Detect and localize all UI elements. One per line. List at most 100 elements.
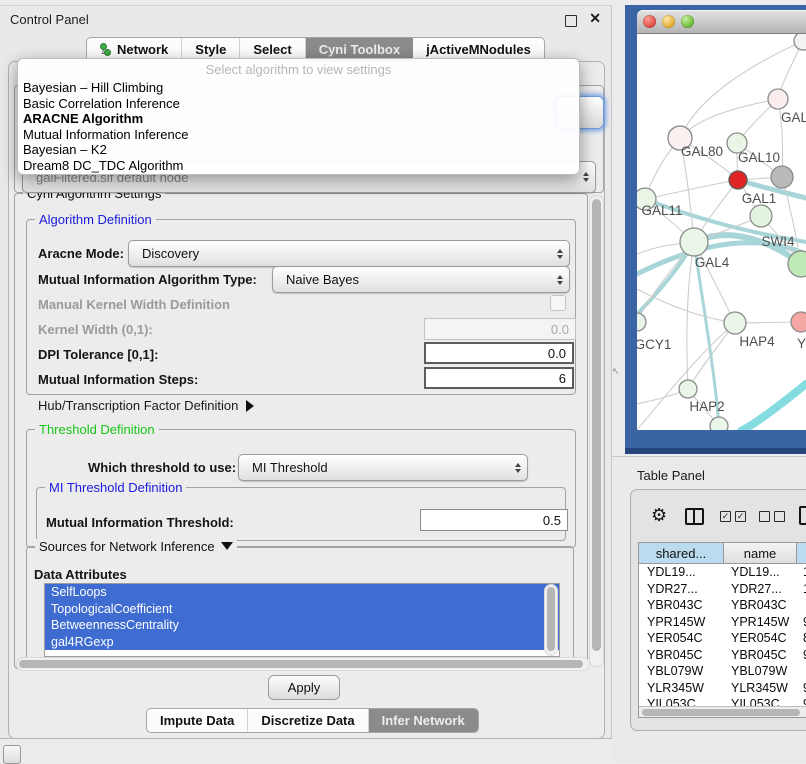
- gear-icon[interactable]: ⚙: [651, 506, 667, 524]
- menu-item-basic-correlation[interactable]: Basic Correlation Inference: [18, 96, 579, 112]
- which-threshold-combo[interactable]: MI Threshold: [238, 454, 528, 481]
- stepper-icon: [509, 463, 527, 473]
- list-item-betweennesscentrality[interactable]: BetweennessCentrality: [45, 617, 559, 634]
- network-node[interactable]: [791, 312, 806, 332]
- column-header-partial[interactable]: [797, 543, 806, 563]
- table-row[interactable]: YBL079WYBL079W: [639, 663, 806, 680]
- list-item-gal4rgexp[interactable]: gal4RGexp: [45, 634, 559, 651]
- column-header-shared-name[interactable]: shared...: [639, 543, 724, 563]
- data-attributes-list[interactable]: SelfLoops TopologicalCoefficient Between…: [44, 583, 560, 657]
- network-window-titlebar[interactable]: [637, 10, 806, 34]
- table-cell[interactable]: 9.: [797, 681, 806, 695]
- table-cell[interactable]: YBR045C: [639, 648, 724, 662]
- new-table-icon[interactable]: [799, 506, 806, 525]
- list-item-selfloops[interactable]: SelfLoops: [45, 584, 559, 601]
- network-node[interactable]: [768, 89, 788, 109]
- table-cell[interactable]: YER054C: [724, 631, 797, 645]
- list-vertical-scrollbar[interactable]: [544, 584, 558, 656]
- tab-discretize-data[interactable]: Discretize Data: [248, 709, 368, 732]
- table-cell[interactable]: YBR045C: [724, 648, 797, 662]
- hub-definition-toggle[interactable]: Hub/Transcription Factor Definition: [38, 398, 254, 413]
- table-cell[interactable]: YBL079W: [639, 664, 724, 678]
- scrollbar-thumb[interactable]: [592, 199, 601, 651]
- kernel-width-field[interactable]: 0.0: [424, 318, 576, 340]
- table-row[interactable]: YLR345WYLR345W9.: [639, 680, 806, 697]
- network-node[interactable]: [750, 205, 772, 227]
- table-cell[interactable]: YBR043C: [724, 598, 797, 612]
- aracne-mode-combo[interactable]: Discovery: [128, 240, 570, 267]
- control-panel: Control Panel ✕ Network Style Select Cyn…: [0, 5, 612, 739]
- table-cell[interactable]: 9.: [797, 648, 806, 662]
- network-node[interactable]: [679, 380, 697, 398]
- expand-right-icon[interactable]: [246, 400, 254, 412]
- algorithm-dropdown-placeholder: Select algorithm to view settings: [18, 59, 579, 80]
- network-node[interactable]: [794, 34, 806, 50]
- node-label: GAL4: [695, 255, 730, 270]
- table-cell[interactable]: 8.: [797, 631, 806, 645]
- table-row[interactable]: YBR043CYBR043C: [639, 597, 806, 614]
- collapsed-panel-button[interactable]: [3, 745, 21, 764]
- table-row[interactable]: YDR27...YDR27...12: [639, 581, 806, 598]
- mi-algorithm-type-combo[interactable]: Naive Bayes: [272, 266, 570, 293]
- select-all-checks-icon[interactable]: ✓ ✓: [720, 511, 746, 522]
- table-cell[interactable]: YPR145W: [639, 615, 724, 629]
- table-cell[interactable]: YDR27...: [639, 582, 724, 596]
- network-node[interactable]: [729, 171, 747, 189]
- settings-horizontal-scrollbar[interactable]: [16, 657, 590, 671]
- table-cell[interactable]: 12: [797, 582, 806, 596]
- deselect-all-checks-icon[interactable]: [759, 511, 785, 522]
- mi-threshold-definition-title: MI Threshold Definition: [45, 480, 186, 495]
- scrollbar-thumb[interactable]: [642, 709, 800, 716]
- table-cell[interactable]: YBR043C: [639, 598, 724, 612]
- menu-item-mutual-information[interactable]: Mutual Information Inference: [18, 127, 579, 143]
- table-row[interactable]: YER054CYER054C8.: [639, 630, 806, 647]
- mi-steps-field[interactable]: 6: [424, 367, 574, 389]
- table-cell[interactable]: 9.: [797, 615, 806, 629]
- table-row[interactable]: YPR145WYPR145W9.: [639, 614, 806, 631]
- tab-impute-data[interactable]: Impute Data: [147, 709, 248, 732]
- zoom-traffic-light[interactable]: [681, 15, 694, 28]
- manual-kernel-width-checkbox[interactable]: [550, 295, 566, 311]
- split-columns-icon[interactable]: [685, 508, 704, 525]
- network-icon: [100, 43, 111, 56]
- mi-threshold-field[interactable]: 0.5: [420, 509, 568, 531]
- table-cell[interactable]: YPR145W: [724, 615, 797, 629]
- tab-infer-network[interactable]: Infer Network: [369, 709, 478, 732]
- scrollbar-thumb[interactable]: [547, 587, 555, 651]
- menu-item-bayesian-k2[interactable]: Bayesian – K2: [18, 142, 579, 158]
- table-cell[interactable]: YER054C: [639, 631, 724, 645]
- table-horizontal-scrollbar[interactable]: [639, 706, 806, 718]
- settings-vertical-scrollbar[interactable]: [589, 195, 604, 667]
- network-node[interactable]: [771, 166, 793, 188]
- table-row[interactable]: YDL19...YDL19...13: [639, 564, 806, 581]
- table-cell[interactable]: 13: [797, 565, 806, 579]
- table-cell[interactable]: YDL19...: [639, 565, 724, 579]
- float-icon[interactable]: [565, 15, 577, 27]
- menu-item-aracne[interactable]: ARACNE Algorithm: [18, 111, 579, 127]
- network-node[interactable]: [724, 312, 746, 334]
- network-node[interactable]: [680, 228, 708, 256]
- dpi-tolerance-field[interactable]: 0.0: [424, 342, 574, 364]
- table-cell[interactable]: YBL079W: [724, 664, 797, 678]
- apply-button[interactable]: Apply: [268, 675, 340, 700]
- close-traffic-light[interactable]: [643, 15, 656, 28]
- network-canvas[interactable]: GALGAL80GAL10GAL1GAL11GAL4SWI4GCY1HAP4YH…: [637, 34, 806, 430]
- minimize-traffic-light[interactable]: [662, 15, 675, 28]
- panel-splitter-handle[interactable]: ↖: [612, 366, 620, 377]
- scrollbar-thumb[interactable]: [19, 660, 583, 668]
- close-icon[interactable]: ✕: [589, 10, 601, 27]
- network-node[interactable]: [710, 417, 728, 430]
- network-node[interactable]: [637, 313, 646, 331]
- table-cell[interactable]: YLR345W: [639, 681, 724, 695]
- table-cell[interactable]: YLR345W: [724, 681, 797, 695]
- menu-item-dream8[interactable]: Dream8 DC_TDC Algorithm: [18, 158, 579, 174]
- column-header-name[interactable]: name: [724, 543, 797, 563]
- list-item-topologicalcoefficient[interactable]: TopologicalCoefficient: [45, 601, 559, 618]
- table-row[interactable]: YBR045CYBR045C9.: [639, 647, 806, 664]
- which-threshold-label: Which threshold to use:: [88, 460, 236, 475]
- sources-group-title[interactable]: Sources for Network Inference: [35, 539, 237, 554]
- table-cell[interactable]: YDL19...: [724, 565, 797, 579]
- menu-item-bayesian-hill-climbing[interactable]: Bayesian – Hill Climbing: [18, 80, 579, 96]
- table-cell[interactable]: YDR27...: [724, 582, 797, 596]
- collapse-down-icon[interactable]: [221, 542, 233, 550]
